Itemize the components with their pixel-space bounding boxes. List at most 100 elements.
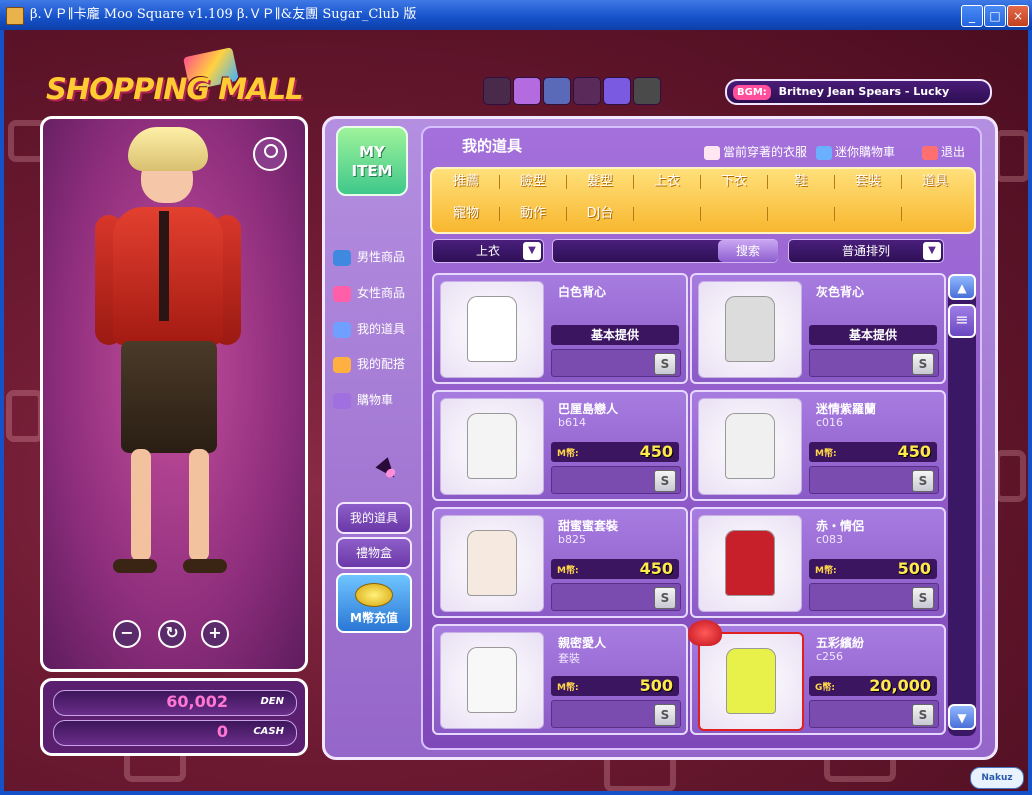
wardrobe-icon — [333, 321, 351, 338]
gift-box-button[interactable]: 禮物盒 — [336, 537, 412, 569]
avatar-icon[interactable] — [253, 137, 287, 171]
price-bar: M幣: 500 — [809, 559, 937, 579]
item-select-button[interactable]: S — [912, 470, 934, 492]
item-card[interactable]: 甜蜜蜜套裝 b825 M幣: 450 S — [432, 507, 688, 618]
item-select-button[interactable]: S — [912, 704, 934, 726]
scroll-down-button[interactable]: ▼ — [948, 704, 976, 730]
rotate-icon[interactable]: ↻ — [158, 620, 186, 648]
coins-icon — [355, 583, 393, 607]
item-thumbnail[interactable] — [440, 398, 544, 495]
item-select-button[interactable]: S — [654, 470, 676, 492]
category-dropdown[interactable]: 上衣 ▼ — [432, 239, 544, 263]
item-select-button[interactable]: S — [654, 704, 676, 726]
tab-4[interactable]: 下衣 — [700, 171, 768, 193]
tab-7[interactable]: 道具 — [901, 171, 969, 193]
item-card[interactable]: 迷情紫羅蘭 c016 M幣: 450 S — [690, 390, 946, 501]
item-card[interactable]: 赤・情侶 c083 M幣: 500 S — [690, 507, 946, 618]
item-card[interactable]: 灰色背心 基本提供 S — [690, 273, 946, 384]
item-thumbnail[interactable] — [440, 515, 544, 612]
tab-6[interactable]: 套裝 — [834, 171, 902, 193]
zoom-out-icon[interactable]: − — [113, 620, 141, 648]
shopping-mall-logo: SHOPPING MALL — [46, 72, 304, 106]
close-window-button[interactable]: × — [1007, 5, 1029, 27]
category-my-items[interactable]: 我的道具 — [333, 318, 405, 340]
item-card[interactable]: 五彩繽紛 c256 G幣: 20,000 S — [688, 620, 946, 735]
sort-dropdown[interactable]: 普通排列 ▼ — [788, 239, 944, 263]
item-select-button[interactable]: S — [654, 587, 676, 609]
window-titlebar[interactable]: β.ＶＰ∥卡龐 Moo Square v1.109 β.ＶＰ∥&友團 Sugar… — [0, 0, 1032, 30]
chevron-down-icon: ▼ — [923, 242, 941, 260]
price-bar: M幣: 450 — [809, 442, 937, 462]
category-female[interactable]: 女性商品 — [333, 282, 405, 304]
item-card[interactable]: 巴厘島戀人 b614 M幣: 450 S — [432, 390, 688, 501]
tab-separator — [700, 175, 701, 189]
item-select-button[interactable]: S — [654, 353, 676, 375]
bgm-display: BGM: Britney Jean Spears - Lucky — [725, 79, 992, 105]
emote-icon[interactable] — [513, 77, 541, 105]
garment-image — [467, 530, 517, 596]
tab-2[interactable]: 髮型 — [566, 171, 634, 193]
character-preview[interactable] — [40, 116, 308, 672]
zoom-in-icon[interactable]: + — [201, 620, 229, 648]
minimize-button[interactable]: _ — [961, 5, 983, 27]
tab-separator — [633, 207, 634, 221]
tab-5[interactable]: 鞋 — [767, 171, 835, 193]
maximize-button[interactable]: □ — [984, 5, 1006, 27]
item-action-bar: S — [809, 700, 939, 728]
outfit-icon — [333, 356, 351, 373]
gift-bow-icon — [688, 620, 722, 646]
toolbar-icon-1[interactable] — [483, 77, 511, 105]
tab-0[interactable]: 推薦 — [432, 171, 500, 193]
item-name: 五彩繽紛 — [816, 636, 865, 650]
m-coin-charge-button[interactable]: M幣充值 — [336, 573, 412, 633]
tab-separator — [767, 175, 768, 189]
category-male[interactable]: 男性商品 — [333, 246, 405, 268]
item-select-button[interactable]: S — [912, 587, 934, 609]
gear-icon[interactable] — [543, 77, 571, 105]
mini-cart-link[interactable]: 迷你購物車 — [816, 143, 895, 160]
item-thumbnail[interactable] — [698, 281, 802, 378]
category-my-outfits[interactable]: 我的配搭 — [333, 353, 405, 375]
item-thumbnail[interactable] — [440, 281, 544, 378]
item-price: 20,000 — [869, 676, 931, 695]
character-right-leg — [189, 449, 209, 561]
basket-icon — [816, 145, 832, 160]
tab-row2-2[interactable]: DJ台 — [566, 203, 634, 225]
tab-separator — [700, 207, 701, 221]
exit-door-icon — [922, 145, 938, 160]
price-bar: M幣: 450 — [551, 559, 679, 579]
item-price: 450 — [897, 442, 931, 461]
chevron-down-icon: ▼ — [523, 242, 541, 260]
tab-3[interactable]: 上衣 — [633, 171, 701, 193]
item-thumbnail[interactable] — [698, 632, 804, 731]
bgm-tag: BGM: — [733, 85, 771, 100]
item-card[interactable]: 白色背心 基本提供 S — [432, 273, 688, 384]
scroll-thumb[interactable]: ≡ — [948, 304, 976, 338]
search-button[interactable]: 搜索 — [718, 240, 778, 262]
bgm-song: Britney Jean Spears - Lucky — [778, 85, 950, 98]
tab-row2-0[interactable]: 寵物 — [432, 203, 500, 225]
exit-link[interactable]: 退出 — [922, 143, 965, 160]
tv-icon[interactable] — [603, 77, 631, 105]
headphones-icon[interactable] — [633, 77, 661, 105]
garment-image — [467, 413, 517, 479]
item-name: 迷情紫羅蘭 — [816, 402, 877, 416]
item-card[interactable]: 親密愛人 套裝 M幣: 500 S — [432, 624, 688, 735]
item-scrollbar[interactable]: ▲ ≡ ▼ — [948, 274, 976, 736]
item-thumbnail[interactable] — [440, 632, 544, 729]
item-code: 套裝 — [558, 652, 580, 665]
tab-row2-1[interactable]: 動作 — [499, 203, 567, 225]
window-frame-right — [1028, 30, 1032, 795]
tab-1[interactable]: 臉型 — [499, 171, 567, 193]
item-thumbnail[interactable] — [698, 398, 802, 495]
toolbar-icon-4[interactable] — [573, 77, 601, 105]
scroll-up-button[interactable]: ▲ — [948, 274, 976, 300]
my-items-button[interactable]: 我的道具 — [336, 502, 412, 534]
my-item-badge[interactable]: MY ITEM — [336, 126, 408, 196]
item-select-button[interactable]: S — [912, 353, 934, 375]
category-cart[interactable]: 購物車 — [333, 389, 393, 411]
current-outfit-link[interactable]: 當前穿著的衣服 — [704, 143, 807, 160]
den-unit: DEN — [260, 696, 284, 707]
item-action-bar: S — [809, 466, 939, 494]
item-thumbnail[interactable] — [698, 515, 802, 612]
